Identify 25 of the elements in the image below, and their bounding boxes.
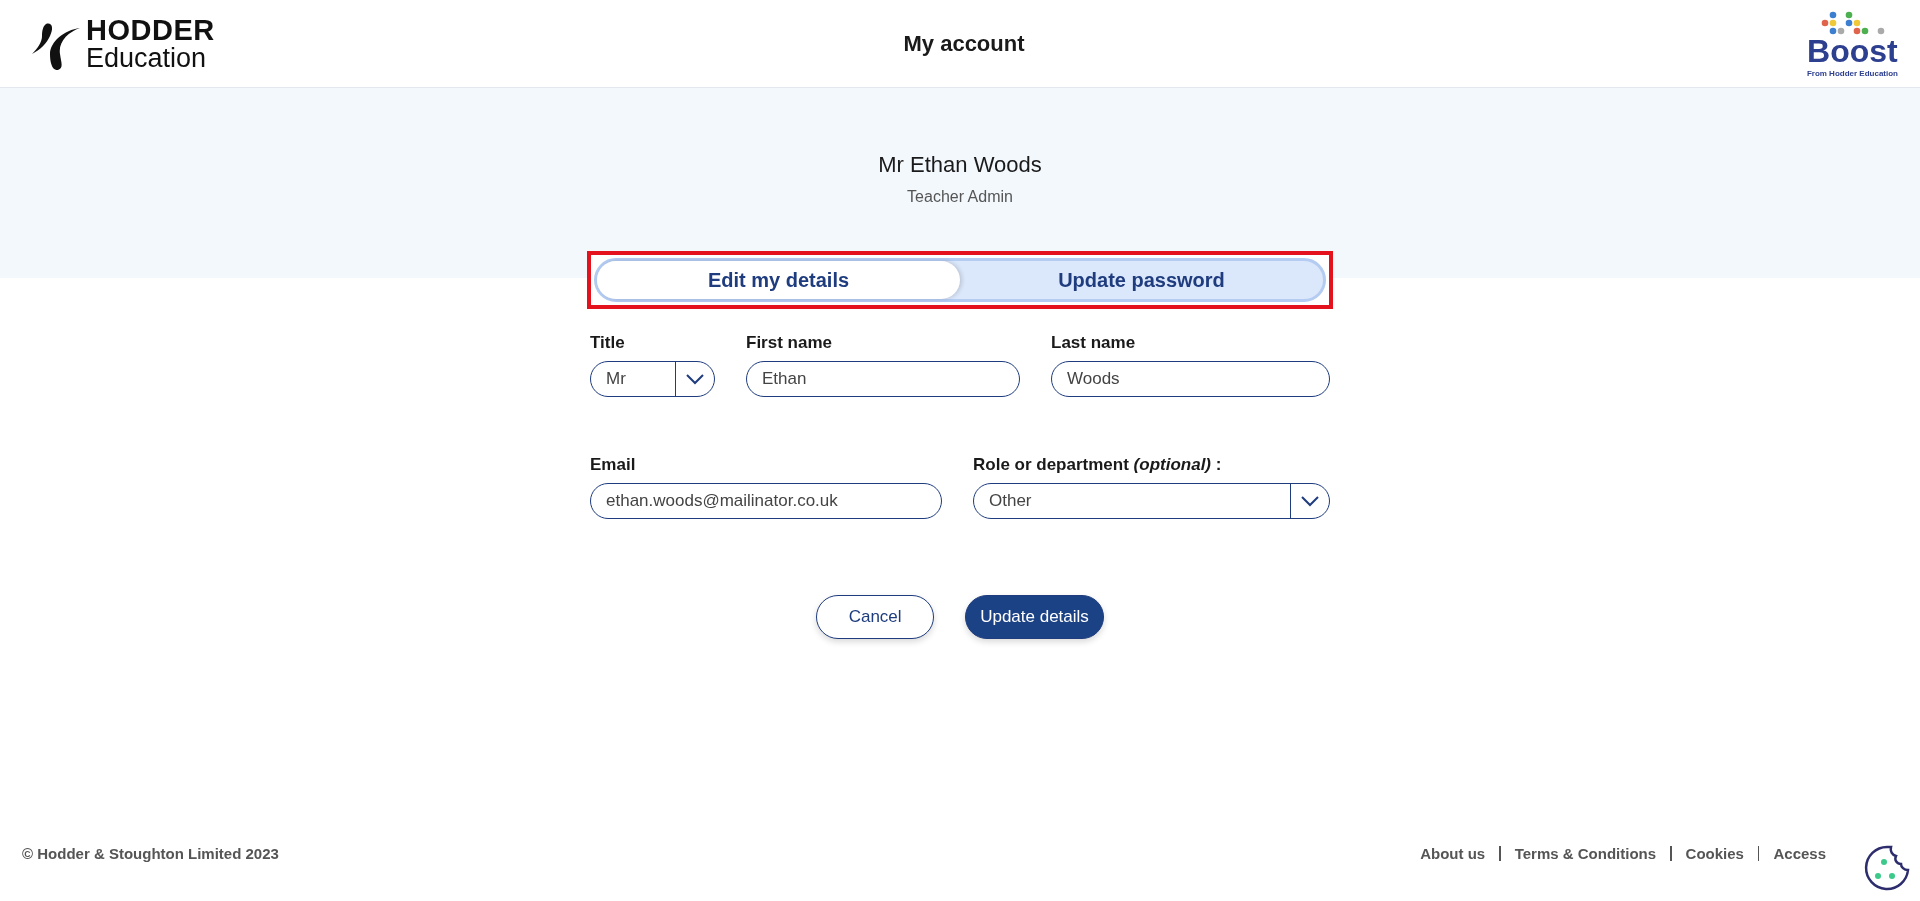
- logo-subtitle: Education: [86, 44, 208, 72]
- field-label: Role or department (optional) :: [973, 455, 1223, 475]
- field-label: Email: [590, 455, 637, 475]
- chevron-down-icon: [685, 373, 705, 385]
- footer-link[interactable]: About us: [1420, 845, 1486, 862]
- cancel-button[interactable]: Cancel: [816, 595, 935, 639]
- field-label: Title: [590, 333, 626, 353]
- chevron-down-icon: [1300, 495, 1320, 507]
- submit-button[interactable]: Update details: [965, 595, 1104, 639]
- field-label: Last name: [1051, 333, 1137, 353]
- tab[interactable]: Update password: [960, 261, 1323, 299]
- page-title: My account: [903, 30, 1025, 57]
- logo-wordmark: HODDER: [86, 15, 215, 45]
- footer-link[interactable]: Access: [1773, 845, 1826, 862]
- user-role: Teacher Admin: [907, 188, 1013, 206]
- footer-link[interactable]: Terms & Conditions: [1514, 845, 1657, 862]
- footer-link[interactable]: Cookies: [1685, 845, 1744, 862]
- cookie-button[interactable]: [1862, 843, 1912, 893]
- brand-tagline: From Hodder Education: [1806, 68, 1898, 78]
- brand-logo: Boost: [1807, 34, 1898, 67]
- field-label: First name: [746, 333, 833, 353]
- copyright-text: © Hodder & Stoughton Limited 2023: [22, 845, 279, 862]
- tab[interactable]: Edit my details: [597, 261, 960, 299]
- user-name: Mr Ethan Woods: [878, 152, 1042, 178]
- cookie-icon: [1862, 843, 1912, 893]
